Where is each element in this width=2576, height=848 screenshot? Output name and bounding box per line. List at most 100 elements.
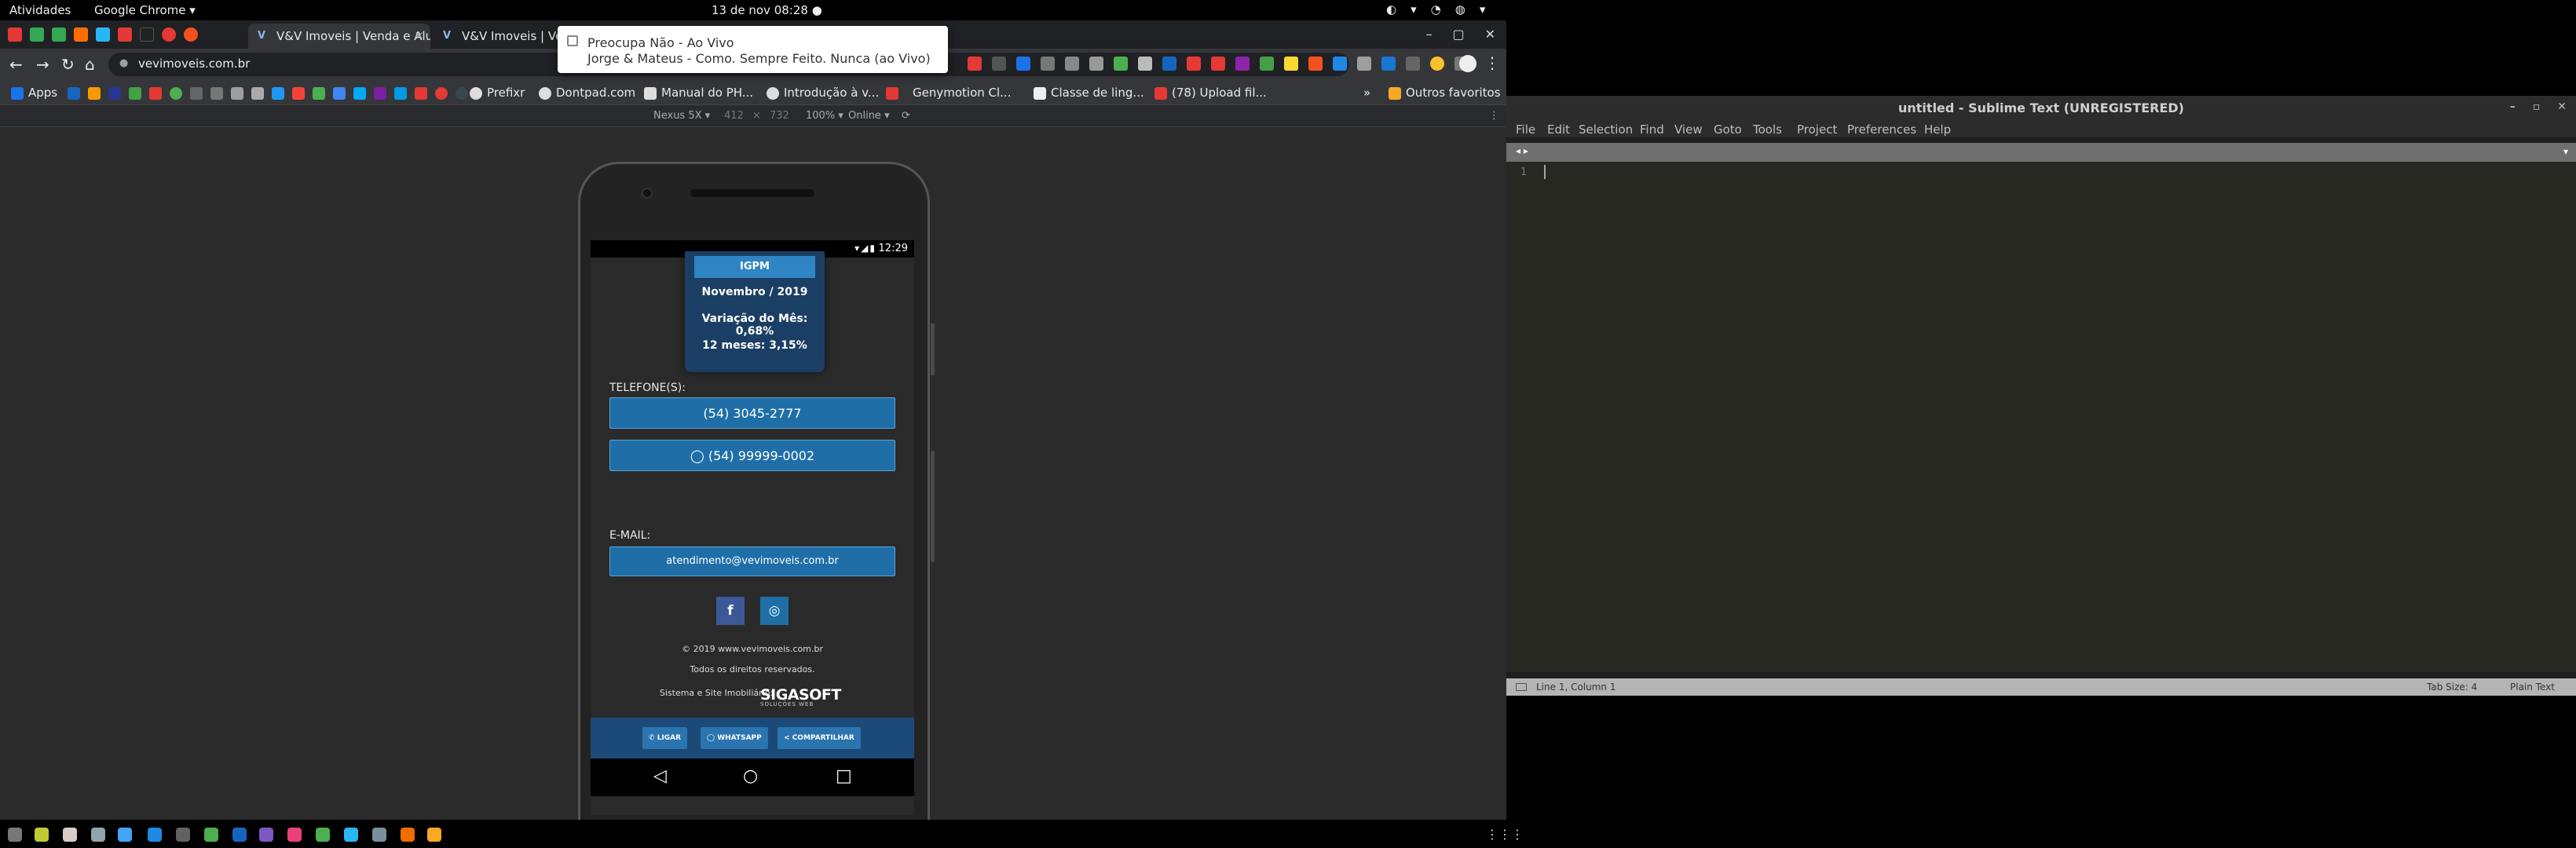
bookmark-icon[interactable] [190, 87, 203, 100]
bookmark-icon[interactable] [292, 87, 305, 100]
bookmark-icon[interactable] [129, 87, 141, 100]
extension-icon[interactable] [1114, 57, 1128, 71]
bookmark-icon[interactable] [353, 87, 366, 100]
bookmark-dontpad[interactable]: Dontpad.com [556, 86, 635, 100]
app-icon[interactable] [91, 828, 105, 842]
pinned-tab-icon[interactable] [162, 27, 176, 42]
tab-scroll-arrows-icon[interactable]: ◂ ▸ [1516, 145, 1528, 156]
call-button[interactable]: ✆ LIGAR [642, 727, 688, 749]
extension-icon[interactable] [1138, 57, 1152, 71]
recents-nav-icon[interactable]: □ [836, 766, 852, 786]
bookmark-prefixr[interactable]: Prefixr [487, 86, 525, 100]
extension-icon[interactable] [1357, 57, 1371, 71]
bookmark-icon[interactable] [210, 87, 223, 100]
viewport-width[interactable]: 412 [724, 110, 744, 122]
extension-icon[interactable] [1260, 57, 1274, 71]
device-menu-icon[interactable]: ⋮ [1489, 110, 1499, 122]
menu-file[interactable]: File [1516, 122, 1535, 137]
profile-avatar[interactable] [1459, 55, 1476, 72]
forward-icon[interactable]: → [36, 55, 49, 74]
tray-icon[interactable]: ◐ [1386, 2, 1396, 16]
chrome-app-icon[interactable] [8, 828, 22, 842]
clock[interactable]: 13 de nov 08:28 ● [712, 3, 822, 17]
pinned-tab-icon[interactable] [118, 27, 132, 42]
menu-selection[interactable]: Selection [1579, 122, 1633, 137]
app-icon[interactable] [176, 828, 190, 842]
pinned-tab-icon[interactable] [74, 27, 88, 42]
bookmark-icon[interactable] [68, 87, 80, 100]
home-nav-icon[interactable]: ○ [743, 766, 758, 786]
zoom-select[interactable]: 100% ▾ [806, 110, 843, 122]
share-button[interactable]: < COMPARTILHAR [778, 727, 861, 749]
pinned-tab-icon[interactable] [184, 27, 198, 42]
menu-goto[interactable]: Goto [1714, 122, 1742, 137]
bookmark-classe[interactable]: Classe de ling... [1051, 86, 1144, 100]
app-icon[interactable] [259, 828, 273, 842]
app-icon[interactable] [344, 828, 358, 842]
extension-icon[interactable] [1162, 57, 1176, 71]
whatsapp-button[interactable]: ◯ WHATSAPP [701, 727, 768, 749]
tab-vevimoveis[interactable]: V V&V Imoveis | Ven [434, 24, 559, 49]
activities-button[interactable]: Atividades [9, 3, 71, 17]
files-app-icon[interactable] [63, 828, 77, 842]
battery-icon[interactable]: ◍ [1455, 2, 1465, 16]
bookmark-genymotion[interactable]: Genymotion Cl... [913, 86, 1011, 100]
phone-button-landline[interactable]: (54) 3045-2777 [609, 397, 895, 429]
restore-icon[interactable]: ▫ [2533, 101, 2541, 113]
network-icon[interactable]: ▾ [1411, 2, 1417, 16]
bookmarks-overflow-icon[interactable]: » [1363, 86, 1370, 100]
reload-icon[interactable]: ↻ [61, 55, 75, 74]
bookmark-icon[interactable] [108, 87, 121, 100]
network-throttle-select[interactable]: Online ▾ [848, 110, 890, 122]
menu-find[interactable]: Find [1640, 122, 1664, 137]
media-notification[interactable]: Preocupa Não - Ao Vivo Jorge & Mateus - … [558, 26, 948, 73]
extension-icon[interactable] [968, 57, 982, 71]
menu-help[interactable]: Help [1924, 122, 1951, 137]
device-select[interactable]: Nexus 5X ▾ [653, 110, 710, 122]
minimize-icon[interactable]: – [1425, 27, 1432, 42]
extension-icon[interactable] [1016, 57, 1030, 71]
extension-icon[interactable] [1235, 57, 1250, 71]
bookmark-icon[interactable] [374, 87, 386, 100]
extension-icon[interactable] [1041, 57, 1055, 71]
close-icon[interactable]: ✕ [2557, 101, 2567, 113]
system-menu-icon[interactable]: ▾ [1480, 2, 1486, 16]
extension-icon[interactable] [992, 57, 1006, 71]
bookmark-other-favorites[interactable]: Outros favoritos [1406, 86, 1501, 100]
app-icon[interactable] [287, 828, 302, 842]
extension-icon[interactable] [1333, 57, 1347, 71]
chrome-menu-icon[interactable]: ⋮ [1484, 53, 1500, 72]
volume-icon[interactable]: ◔ [1431, 2, 1441, 16]
bookmark-icon[interactable] [333, 87, 346, 100]
phone-button-whatsapp[interactable]: ◯ (54) 99999-0002 [609, 440, 895, 471]
back-nav-icon[interactable]: ◁ [653, 766, 667, 786]
maximize-icon[interactable]: ▢ [1452, 27, 1464, 42]
extension-icon[interactable] [1187, 57, 1201, 71]
pinned-tab-icon[interactable] [30, 27, 44, 42]
bookmark-icon[interactable] [272, 87, 284, 100]
pinned-tab-icon[interactable] [52, 27, 66, 42]
menu-view[interactable]: View [1674, 122, 1703, 137]
bookmark-upload[interactable]: (78) Upload fil... [1172, 86, 1267, 100]
app-icon[interactable] [372, 828, 386, 842]
bookmark-icon[interactable] [251, 87, 264, 100]
back-icon[interactable]: ← [9, 55, 23, 74]
tab-dropdown-icon[interactable]: ▾ [2563, 146, 2568, 157]
menu-edit[interactable]: Edit [1547, 122, 1570, 137]
app-icon[interactable] [427, 828, 441, 842]
bookmark-icon[interactable] [88, 87, 101, 100]
vscode-app-icon[interactable] [148, 828, 162, 842]
sublime-app-icon[interactable] [401, 828, 415, 842]
extension-icon[interactable] [1430, 57, 1444, 71]
pinned-tab-icon[interactable] [140, 27, 154, 42]
tab-size[interactable]: Tab Size: 4 [2427, 682, 2477, 693]
menu-tools[interactable]: Tools [1753, 122, 1782, 137]
bookmark-introducao[interactable]: Introdução à v... [784, 86, 879, 100]
bookmark-icon[interactable] [435, 87, 448, 100]
app-icon[interactable] [35, 828, 49, 842]
facebook-icon[interactable]: f [716, 597, 745, 625]
bookmark-icon[interactable] [149, 87, 162, 100]
extension-icon[interactable] [1406, 57, 1420, 71]
bookmark-icon[interactable] [231, 87, 243, 100]
app-menu[interactable]: Google Chrome ▾ [94, 3, 196, 17]
